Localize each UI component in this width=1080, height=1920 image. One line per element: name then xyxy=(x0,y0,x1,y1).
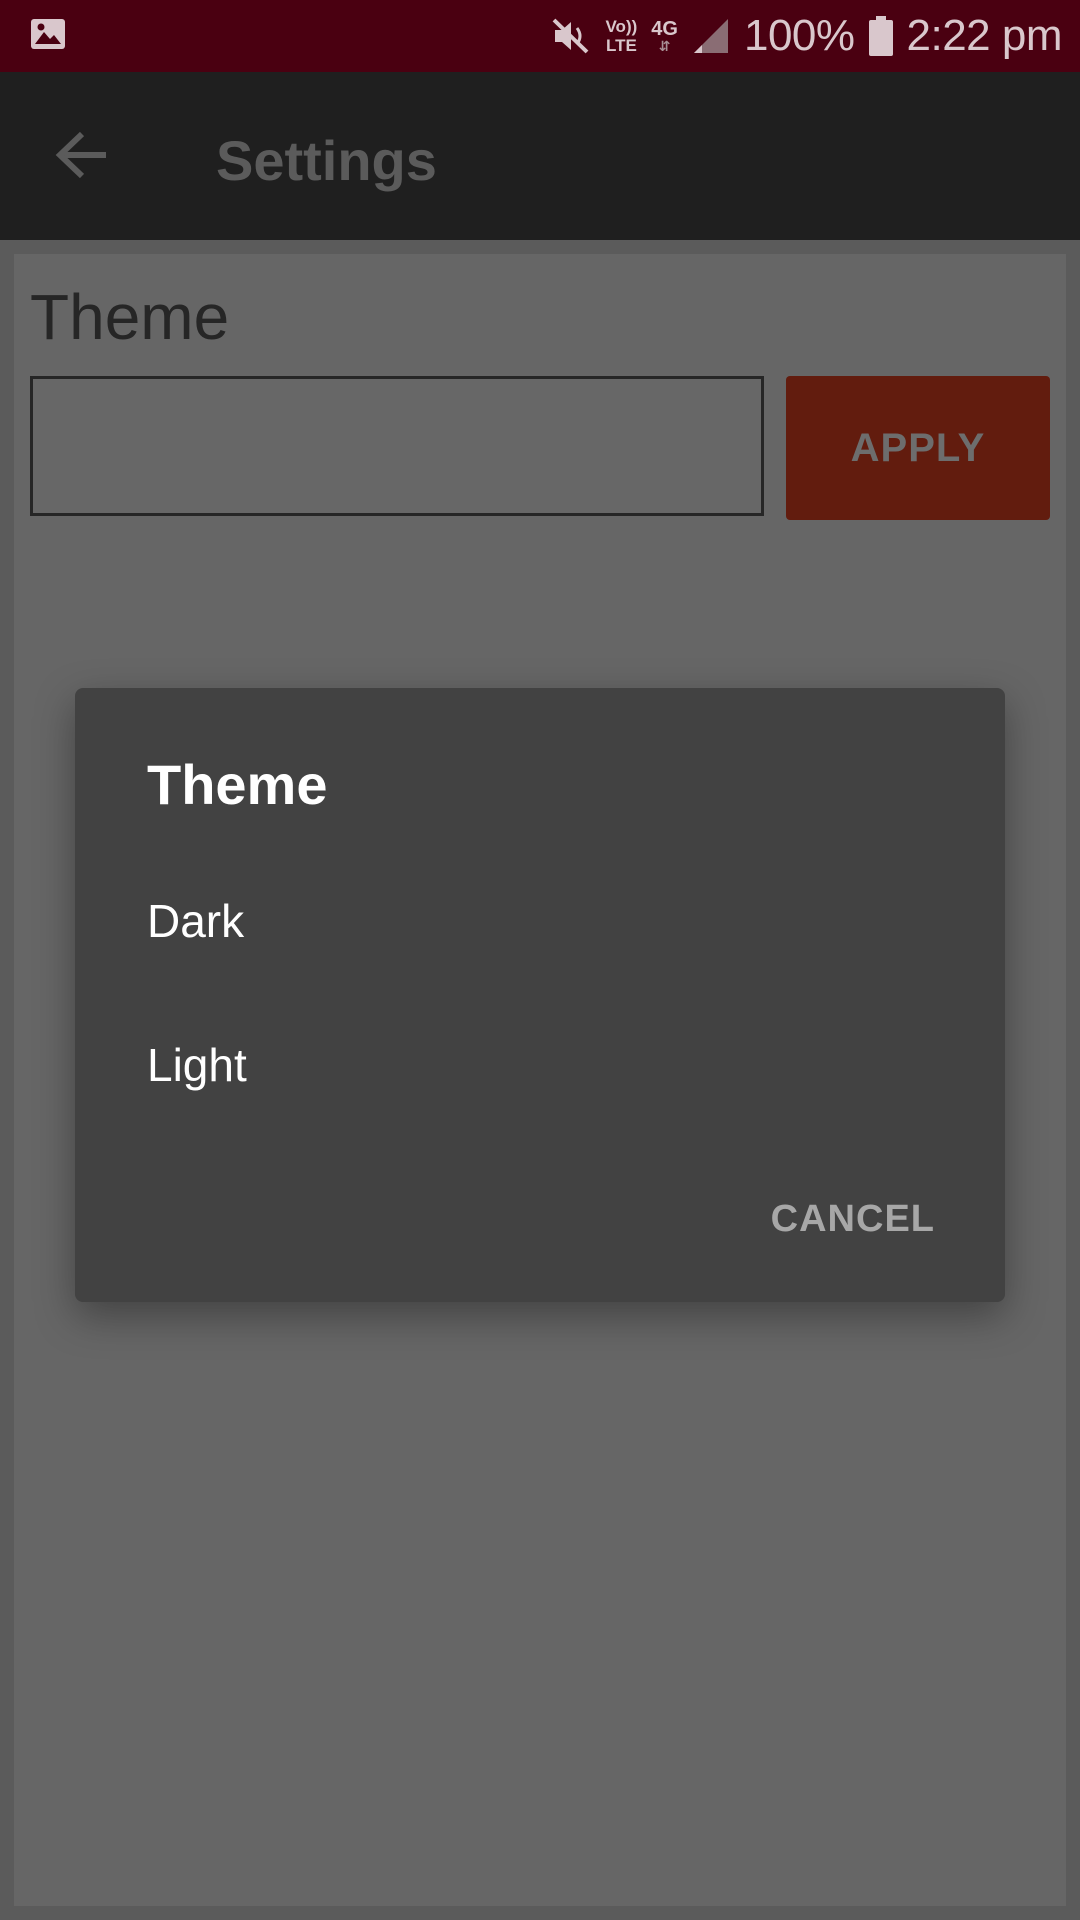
apply-button[interactable]: APPLY xyxy=(786,376,1050,520)
clock: 2:22 pm xyxy=(906,11,1063,60)
theme-dialog: Theme Dark Light CANCEL xyxy=(75,688,1005,1302)
page-title: Settings xyxy=(216,129,437,192)
mute-icon xyxy=(553,18,589,54)
dialog-title: Theme xyxy=(147,753,328,816)
volte-icon: Vo)) LTE xyxy=(605,17,637,55)
status-icons: Vo)) LTE 4G ⇵ 100% 2:22 pm xyxy=(551,0,1063,72)
4g-icon: 4G ⇵ xyxy=(651,19,678,53)
network-label: 4G xyxy=(651,18,678,40)
option-light[interactable]: Light xyxy=(147,1038,247,1092)
theme-input[interactable] xyxy=(30,376,764,516)
option-dark[interactable]: Dark xyxy=(147,894,244,948)
volte-top-label: Vo)) xyxy=(605,17,638,36)
data-arrows-icon: ⇵ xyxy=(658,38,671,54)
back-button[interactable] xyxy=(46,122,118,188)
status-bar: Vo)) LTE 4G ⇵ 100% 2:22 pm xyxy=(0,0,1080,72)
arrow-left-icon xyxy=(55,131,106,179)
volte-bottom-label: LTE xyxy=(605,36,637,55)
signal-icon xyxy=(693,19,728,53)
image-icon xyxy=(31,19,65,49)
battery-icon xyxy=(868,16,893,56)
screen: Vo)) LTE 4G ⇵ 100% 2:22 pm Settings Them… xyxy=(0,0,1080,1920)
section-title: Theme xyxy=(30,281,230,353)
battery-percent: 100% xyxy=(743,11,855,60)
cancel-button[interactable]: CANCEL xyxy=(771,1198,935,1241)
app-bar: Settings xyxy=(0,72,1080,240)
